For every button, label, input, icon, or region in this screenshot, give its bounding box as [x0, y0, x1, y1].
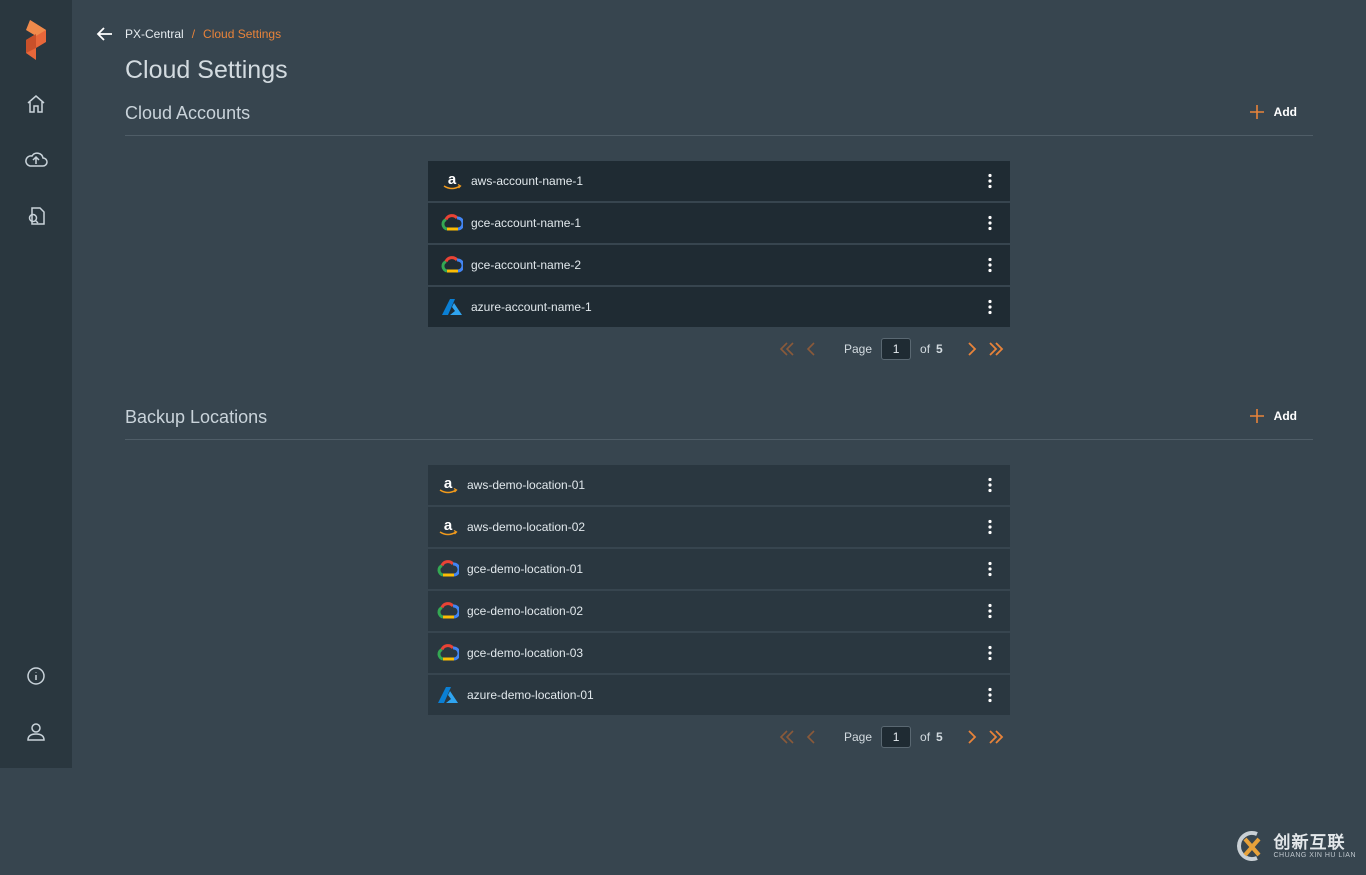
breadcrumb-current: Cloud Settings [203, 27, 282, 41]
more-options-icon[interactable] [984, 257, 996, 273]
last-page-icon[interactable] [987, 728, 1005, 746]
of-label: of [920, 730, 931, 744]
aws-icon: a [437, 517, 459, 537]
more-options-icon[interactable] [984, 215, 996, 231]
list-item[interactable]: gce-demo-location-01 [428, 549, 1010, 589]
home-icon[interactable] [22, 90, 50, 118]
aws-icon: a [441, 171, 463, 191]
page-label: Page [844, 730, 873, 744]
azure-icon [441, 297, 463, 317]
more-options-icon[interactable] [984, 477, 996, 493]
svg-text:a: a [448, 171, 457, 188]
page-number-input[interactable] [881, 726, 912, 748]
back-arrow-icon[interactable] [96, 25, 114, 43]
add-cloud-account-button[interactable]: Add [1249, 105, 1297, 119]
gce-icon [437, 643, 459, 663]
backup-locations-list: a aws-demo-location-01 a aws-demo-location-… [428, 465, 1010, 717]
total-pages: 5 [936, 342, 943, 356]
page-label: Page [844, 342, 873, 356]
list-item[interactable]: a aws-demo-location-02 [428, 507, 1010, 547]
item-name: gce-demo-location-02 [467, 604, 584, 618]
page-title: Cloud Settings [125, 56, 288, 84]
plus-icon [1249, 105, 1264, 119]
info-icon[interactable] [22, 662, 50, 690]
gce-icon [437, 601, 459, 621]
more-options-icon[interactable] [984, 645, 996, 661]
list-item[interactable]: azure-demo-location-01 [428, 675, 1010, 715]
item-name: azure-account-name-1 [471, 300, 592, 314]
list-item[interactable]: azure-account-name-1 [428, 287, 1010, 327]
list-item[interactable]: a aws-account-name-1 [428, 161, 1010, 201]
gce-icon [441, 213, 463, 233]
more-options-icon[interactable] [984, 561, 996, 577]
of-label: of [920, 342, 931, 356]
add-cloud-account-label: Add [1273, 105, 1297, 119]
breadcrumb-root[interactable]: PX-Central [125, 27, 184, 41]
gce-icon [441, 255, 463, 275]
cloud-accounts-list: a aws-account-name-1 gce-account-name-1 gce… [428, 161, 1010, 329]
breadcrumb-separator: / [191, 27, 196, 41]
item-name: gce-demo-location-01 [467, 562, 584, 576]
item-name: aws-demo-location-01 [467, 478, 586, 492]
azure-icon [437, 685, 459, 705]
cloud-icon[interactable] [22, 146, 50, 174]
total-pages: 5 [936, 730, 943, 744]
add-backup-location-button[interactable]: Add [1249, 409, 1297, 423]
backup-locations-pager: Page of 5 [778, 724, 1005, 750]
watermark: 创新互联 CHUANG XIN HU LIAN [1233, 829, 1356, 863]
more-options-icon[interactable] [984, 173, 996, 189]
list-item[interactable]: a aws-demo-location-01 [428, 465, 1010, 505]
item-name: gce-account-name-2 [471, 258, 582, 272]
user-icon[interactable] [22, 718, 50, 746]
item-name: aws-demo-location-02 [467, 520, 586, 534]
aws-icon: a [437, 475, 459, 495]
list-item[interactable]: gce-account-name-1 [428, 203, 1010, 243]
first-page-icon[interactable] [778, 340, 796, 358]
more-options-icon[interactable] [984, 519, 996, 535]
next-page-icon[interactable] [963, 340, 981, 358]
item-name: gce-account-name-1 [471, 216, 582, 230]
portworx-logo[interactable] [24, 20, 48, 60]
prev-page-icon[interactable] [802, 728, 820, 746]
last-page-icon[interactable] [987, 340, 1005, 358]
cloud-accounts-header: Cloud Accounts Add [125, 101, 1313, 136]
cloud-accounts-title: Cloud Accounts [125, 103, 251, 123]
more-options-icon[interactable] [984, 299, 996, 315]
prev-page-icon[interactable] [802, 340, 820, 358]
list-item[interactable]: gce-demo-location-03 [428, 633, 1010, 673]
svg-text:a: a [444, 517, 453, 534]
document-icon[interactable] [22, 202, 50, 230]
svg-text:a: a [444, 475, 453, 492]
page-number-input[interactable] [881, 338, 912, 360]
backup-locations-header: Backup Locations Add [125, 405, 1313, 440]
watermark-en: CHUANG XIN HU LIAN [1273, 851, 1356, 859]
more-options-icon[interactable] [984, 687, 996, 703]
item-name: azure-demo-location-01 [467, 688, 594, 702]
cloud-accounts-pager: Page of 5 [778, 336, 1005, 362]
item-name: aws-account-name-1 [471, 174, 584, 188]
list-item[interactable]: gce-account-name-2 [428, 245, 1010, 285]
sidebar [0, 0, 72, 768]
backup-locations-title: Backup Locations [125, 407, 268, 427]
next-page-icon[interactable] [963, 728, 981, 746]
breadcrumb: PX-Central / Cloud Settings [96, 24, 281, 44]
watermark-cn: 创新互联 [1273, 832, 1346, 852]
add-backup-location-label: Add [1273, 409, 1297, 423]
item-name: gce-demo-location-03 [467, 646, 584, 660]
first-page-icon[interactable] [778, 728, 796, 746]
list-item[interactable]: gce-demo-location-02 [428, 591, 1010, 631]
more-options-icon[interactable] [984, 603, 996, 619]
plus-icon [1249, 409, 1264, 423]
watermark-logo-icon [1237, 831, 1261, 861]
gce-icon [437, 559, 459, 579]
